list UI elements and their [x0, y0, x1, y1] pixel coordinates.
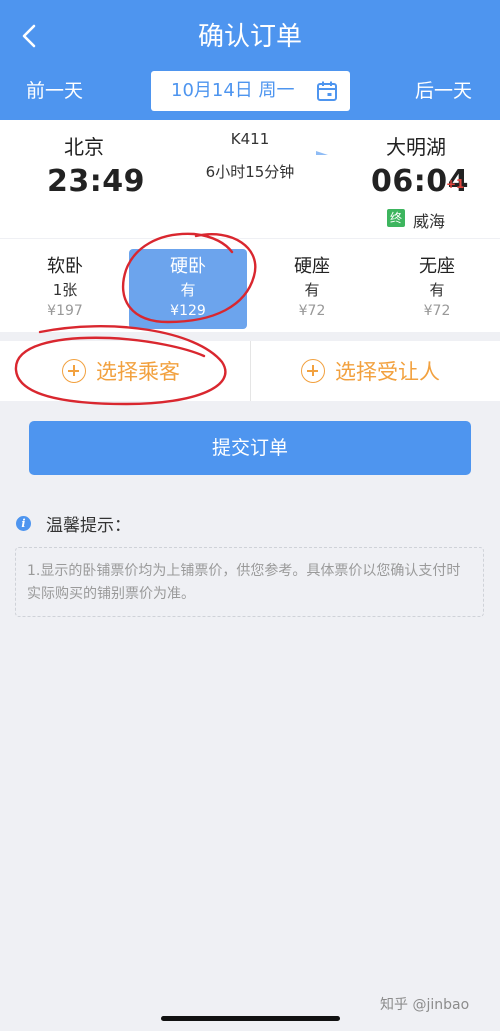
tips-title: 温馨提示：	[46, 516, 131, 536]
calendar-icon	[317, 81, 337, 101]
seat-availability: 有	[304, 281, 320, 299]
arrival-station: 大明湖	[386, 135, 446, 159]
home-indicator[interactable]	[161, 1016, 340, 1021]
seat-availability: 有	[180, 281, 196, 299]
select-passenger-button[interactable]: 选择乘客	[0, 341, 249, 401]
train-info-card: 北京 23:49 K411 6小时15分钟 大明湖 06:04 +1 终 威海	[0, 120, 500, 238]
seat-availability: 1张	[52, 281, 78, 299]
watermark: 知乎 @jinbao	[380, 997, 470, 1013]
prev-day-button[interactable]: 前一天	[26, 78, 83, 104]
submit-order-button[interactable]: 提交订单	[29, 421, 471, 475]
date-picker[interactable]: 10月14日 周一	[151, 71, 350, 111]
seat-price: ¥72	[298, 303, 326, 319]
seat-name: 软卧	[47, 256, 83, 277]
plus-circle-icon	[62, 359, 86, 383]
seat-option-no-seat[interactable]: 无座 有 ¥72	[378, 249, 496, 329]
header-bar: 确认订单 前一天 10月14日 周一 后一天	[0, 0, 500, 120]
info-icon: i	[16, 516, 31, 531]
terminal-badge: 终	[387, 209, 405, 227]
seat-price: ¥129	[170, 303, 206, 319]
plus-circle-icon	[301, 359, 325, 383]
passenger-selection-row: 选择乘客 选择受让人	[0, 341, 500, 401]
select-beneficiary-label: 选择受让人	[335, 360, 440, 384]
seat-availability: 有	[429, 281, 445, 299]
seat-option-hard-seat[interactable]: 硬座 有 ¥72	[253, 249, 371, 329]
tips-content: 1.显示的卧铺票价均为上铺票价，供您参考。具体票价以您确认支付时实际购买的铺别票…	[15, 547, 484, 617]
seat-name: 硬卧	[170, 256, 206, 277]
route-arrow-icon	[168, 151, 328, 156]
seat-option-soft-sleeper[interactable]: 软卧 1张 ¥197	[6, 249, 124, 329]
terminal-station: 威海	[413, 212, 446, 231]
tips-header: i 温馨提示：	[16, 511, 131, 536]
select-beneficiary-button[interactable]: 选择受让人	[250, 341, 499, 401]
next-day-button[interactable]: 后一天	[415, 78, 472, 104]
select-passenger-label: 选择乘客	[96, 360, 180, 384]
seat-type-selector: 软卧 1张 ¥197 硬卧 有 ¥129 硬座 有 ¥72 无座 有 ¥72	[0, 239, 500, 332]
seat-name: 无座	[419, 256, 455, 277]
seat-price: ¥197	[47, 303, 83, 319]
page-title: 确认订单	[197, 22, 302, 52]
selected-date: 10月14日 周一	[171, 80, 295, 101]
seat-price: ¥72	[423, 303, 451, 319]
arrival-day-offset: +1	[446, 177, 465, 191]
seat-option-hard-sleeper[interactable]: 硬卧 有 ¥129	[129, 249, 247, 329]
seat-name: 硬座	[294, 256, 330, 277]
